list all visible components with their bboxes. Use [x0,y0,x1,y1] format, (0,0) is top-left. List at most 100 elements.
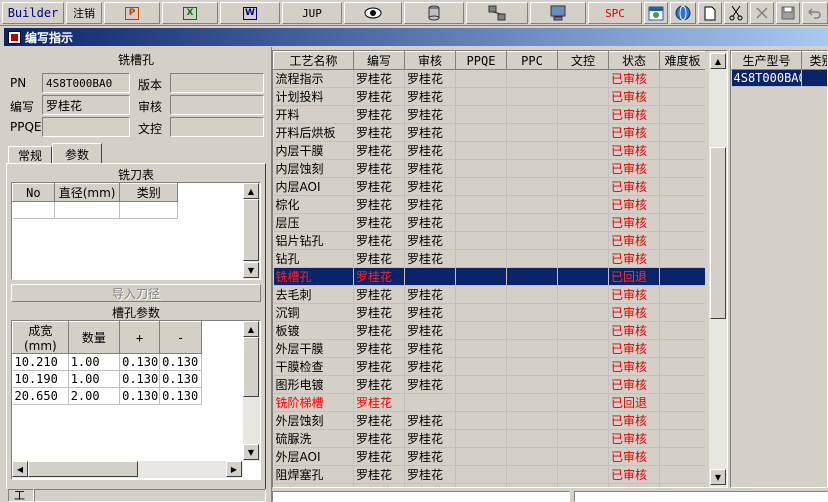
computer-button[interactable] [530,2,586,24]
scroll-thumb[interactable] [243,199,259,261]
process-row[interactable]: 钻孔 罗桂花 罗桂花 已审核 [273,249,705,268]
globe-button[interactable] [670,2,696,24]
jup-button[interactable]: JUP [282,2,342,24]
process-row[interactable]: 计划投料 罗桂花 罗桂花 已审核 [273,87,705,106]
close-x-button[interactable] [750,2,774,24]
process-row[interactable]: 开料 罗桂花 罗桂花 已审核 [273,105,705,124]
col-doc-control[interactable]: 文控 [557,51,609,70]
process-row[interactable]: 棕化 罗桂花 罗桂花 已审核 [273,195,705,214]
col-ppqe[interactable]: PPQE [455,51,507,70]
product-row[interactable]: 4S8T000BA0 [731,69,827,87]
cutter-col-type[interactable]: 类别 [119,183,178,202]
bottom-field[interactable] [34,489,266,502]
ppqe-field[interactable] [42,117,130,137]
scroll-down-icon[interactable]: ▼ [243,262,259,278]
slot-scrollbar-v[interactable]: ▲ ▼ [243,321,260,461]
slot-col-minus[interactable]: - [159,321,202,354]
process-scrollbar[interactable]: ▲ ▼ [709,51,727,487]
pn-field[interactable]: 4S8T000BA0 [42,73,130,93]
status-cell: 已审核 [608,159,660,178]
import-cutter-button[interactable]: 导入刀径 [11,284,261,302]
reviewer-cell: 罗桂花 [404,213,456,232]
tab-general[interactable]: 常规 [8,146,52,164]
writer-cell: 罗桂花 [353,321,405,340]
process-footer-field-2[interactable] [574,491,828,502]
network-button[interactable] [466,2,528,24]
doc-control-cell [557,231,609,250]
process-row[interactable]: 层压 罗桂花 罗桂花 已审核 [273,213,705,232]
tab-params[interactable]: 参数 [52,143,102,164]
writer-field[interactable]: 罗桂花 [42,95,130,115]
process-row[interactable]: 板镀 罗桂花 罗桂花 已审核 [273,321,705,340]
cutter-table: No 直径(mm) 类别 ▲ ▼ [11,182,261,280]
process-row[interactable]: 内层AOI 罗桂花 罗桂花 已审核 [273,177,705,196]
col-status[interactable]: 状态 [608,51,660,70]
product-col-model[interactable]: 生产型号 [731,51,802,70]
product-col-type[interactable]: 类别 [801,51,827,70]
slot-scrollbar-h[interactable]: ◀ ▶ [12,461,243,478]
calendar-button[interactable] [644,2,668,24]
cutter-scrollbar[interactable]: ▲ ▼ [243,183,260,279]
process-row[interactable]: 外层蚀刻 罗桂花 罗桂花 已审核 [273,411,705,430]
process-row[interactable]: 阻焊塞孔 罗桂花 罗桂花 已审核 [273,465,705,484]
col-process-name[interactable]: 工艺名称 [273,51,354,70]
process-row[interactable]: 流程指示 罗桂花 罗桂花 已审核 [273,69,705,88]
col-ppc[interactable]: PPC [506,51,558,70]
spc-button[interactable]: SPC [588,2,642,24]
slot-col-count[interactable]: 数量 [67,321,121,354]
process-row[interactable]: 去毛刺 罗桂花 罗桂花 已审核 [273,285,705,304]
builder-button[interactable]: Builder [2,2,64,24]
window-title-bar[interactable]: 编写指示 [4,28,828,46]
process-row[interactable]: 内层干膜 罗桂花 罗桂花 已审核 [273,141,705,160]
pn-label: PN [10,76,27,90]
process-row[interactable]: 开料后烘板 罗桂花 罗桂花 已审核 [273,123,705,142]
scroll-thumb[interactable] [28,461,138,477]
new-doc-button[interactable] [698,2,722,24]
save-button[interactable] [776,2,800,24]
process-footer-field[interactable] [272,491,570,502]
cut-button[interactable] [724,2,748,24]
cutter-col-no[interactable]: No [12,183,55,202]
writer-cell: 罗桂花 [353,87,405,106]
process-row[interactable]: 铣槽孔 罗桂花 已回退 [273,267,705,286]
ppt-button[interactable]: P [104,2,160,24]
process-row[interactable]: 阻焊罗桂花罗桂花已审核 [273,483,705,487]
slot-row[interactable]: 10.190 1.00 0.130 0.130 [12,370,202,388]
process-row[interactable]: 图形电镀 罗桂花 罗桂花 已审核 [273,375,705,394]
scroll-down-icon[interactable]: ▼ [710,469,726,485]
col-writer[interactable]: 编写 [353,51,405,70]
scroll-thumb[interactable] [243,337,259,397]
process-row[interactable]: 铝片钻孔 罗桂花 罗桂花 已审核 [273,231,705,250]
process-row[interactable]: 内层蚀刻 罗桂花 罗桂花 已审核 [273,159,705,178]
logout-button[interactable]: 注销 [66,2,102,24]
scroll-up-icon[interactable]: ▲ [710,53,726,69]
undo-button[interactable] [802,2,828,24]
col-difficulty[interactable]: 难度板 [659,51,705,70]
scroll-right-icon[interactable]: ▶ [226,461,242,477]
doc-control-field[interactable] [170,117,264,137]
col-reviewer[interactable]: 审核 [404,51,456,70]
scroll-up-icon[interactable]: ▲ [243,321,259,337]
slot-row[interactable]: 10.210 1.00 0.130 0.130 [12,353,202,371]
version-field[interactable] [170,73,264,93]
scroll-up-icon[interactable]: ▲ [243,183,259,199]
scroll-thumb[interactable] [710,147,726,319]
scroll-left-icon[interactable]: ◀ [12,461,28,477]
process-row[interactable]: 外层AOI 罗桂花 罗桂花 已审核 [273,447,705,466]
slot-col-plus[interactable]: + [119,321,161,354]
scroll-down-icon[interactable]: ▼ [243,444,259,460]
database-button[interactable] [404,2,464,24]
process-row[interactable]: 铣阶梯槽 罗桂花 已回退 [273,393,705,412]
cutter-table-title: 铣刀表 [117,168,154,182]
slot-col-width[interactable]: 成宽(mm) [12,321,69,354]
cutter-col-diameter[interactable]: 直径(mm) [53,183,121,202]
excel-button[interactable]: X [162,2,218,24]
slot-row[interactable]: 20.650 2.00 0.130 0.130 [12,387,202,405]
review-field[interactable] [170,95,264,115]
process-row[interactable]: 外层干膜 罗桂花 罗桂花 已审核 [273,339,705,358]
process-row[interactable]: 硫脲洗 罗桂花 罗桂花 已审核 [273,429,705,448]
process-row[interactable]: 干膜检查 罗桂花 罗桂花 已审核 [273,357,705,376]
word-button[interactable]: W [220,2,280,24]
process-row[interactable]: 沉铜 罗桂花 罗桂花 已审核 [273,303,705,322]
view-button[interactable] [344,2,402,24]
